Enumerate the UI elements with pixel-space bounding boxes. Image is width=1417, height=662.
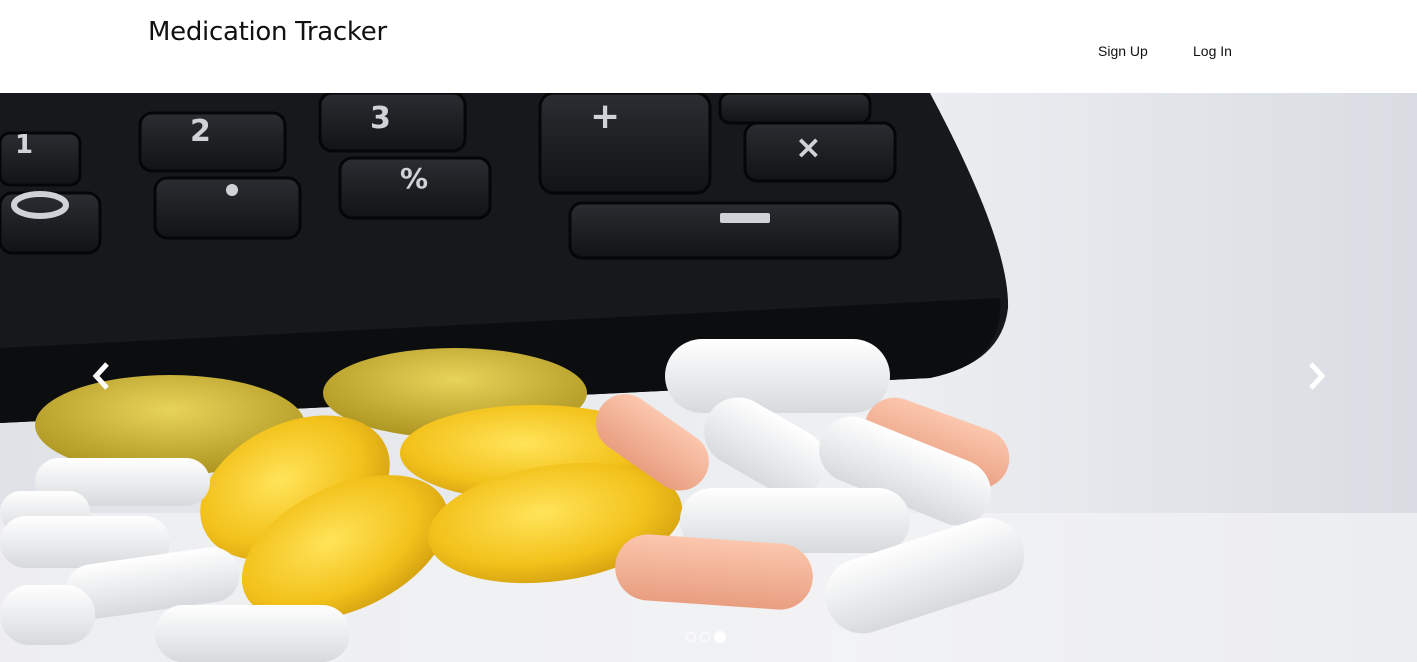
carousel-indicator-1[interactable] <box>686 632 696 642</box>
carousel-next-button[interactable] <box>1296 356 1336 396</box>
navbar: Medication Tracker Sign Up Log In <box>0 0 1417 93</box>
svg-text:2: 2 <box>190 114 211 149</box>
svg-text:+: + <box>590 96 620 137</box>
carousel-slide-image: 1 2 3 % + × <box>0 93 1417 662</box>
brand-title[interactable]: Medication Tracker <box>148 17 387 47</box>
signup-link[interactable]: Sign Up <box>1098 43 1148 59</box>
carousel-indicators <box>686 631 726 643</box>
svg-text:1: 1 <box>15 130 33 160</box>
svg-text:3: 3 <box>370 101 391 136</box>
hero-carousel: 1 2 3 % + × <box>0 93 1417 662</box>
svg-text:%: % <box>400 162 428 195</box>
carousel-prev-button[interactable] <box>82 356 122 396</box>
login-link[interactable]: Log In <box>1193 43 1232 59</box>
carousel-indicator-3[interactable] <box>714 631 726 643</box>
chevron-left-icon <box>92 362 109 390</box>
svg-text:×: × <box>795 128 822 166</box>
chevron-right-icon <box>1309 362 1326 390</box>
carousel-indicator-2[interactable] <box>700 632 710 642</box>
